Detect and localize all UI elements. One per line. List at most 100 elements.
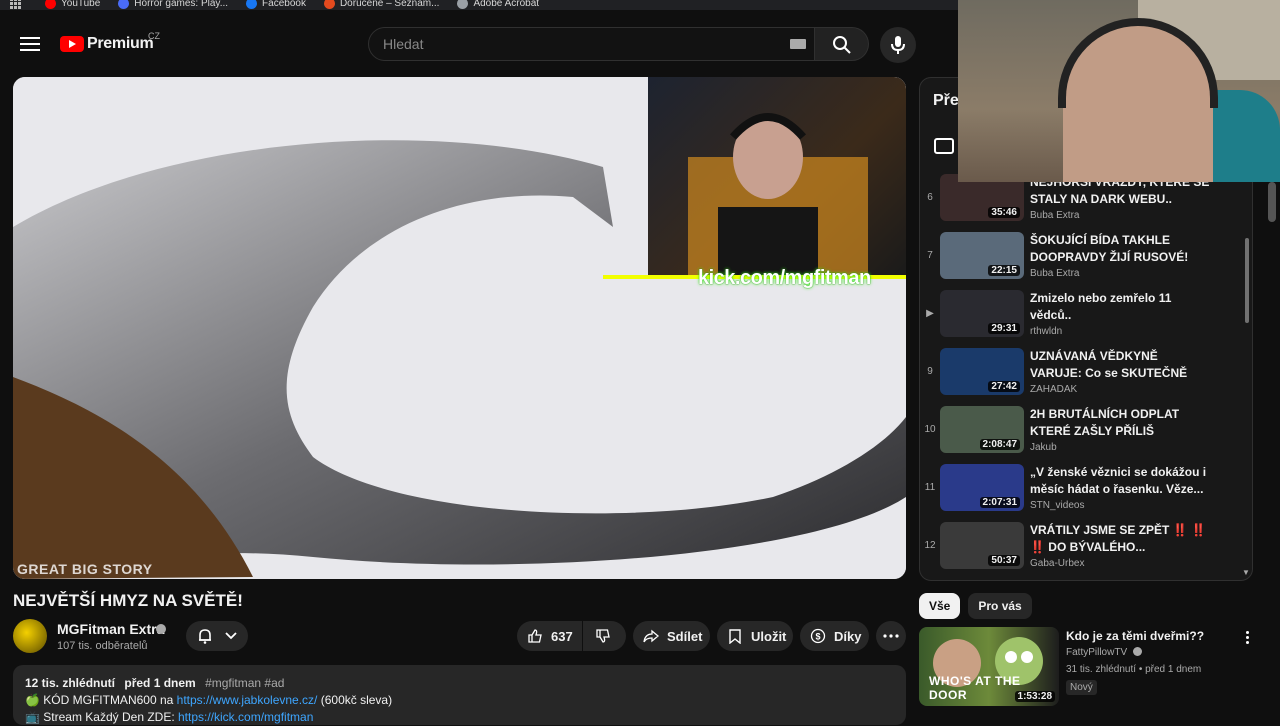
verified-icon [156, 624, 166, 634]
streamer-overlay [648, 77, 906, 277]
playlist-video-title[interactable]: Zmizelo nebo zemřelo 11 vědců.. [1030, 290, 1210, 324]
recommended-title[interactable]: Kdo je za těmi dveřmi?? [1066, 629, 1204, 643]
playlist-index: 10 [924, 424, 936, 435]
stream-link[interactable]: https://kick.com/mgfitman [178, 710, 313, 724]
hashtags[interactable]: #mgfitman #ad [205, 676, 284, 690]
duration-badge: 1:53:28 [1014, 691, 1055, 702]
save-button[interactable]: Uložit [717, 621, 793, 651]
kick-overlay-text: kick.com/mgfitman [698, 267, 871, 289]
playlist-item[interactable]: ▶ 29:31 Zmizelo nebo zemřelo 11 vědců.. rth… [920, 290, 1252, 344]
playlist-channel[interactable]: Jakub [1030, 442, 1210, 453]
video-title: NEJVĚTŠÍ HMYZ NA SVĚTĚ! [13, 591, 243, 610]
site-icon [118, 0, 130, 9]
promo-link[interactable]: https://www.jabkolevne.cz/ [177, 693, 318, 707]
playlist-index: 11 [924, 482, 936, 493]
playlist-item[interactable]: 10 2:08:47 2H BRUTÁLNÍCH ODPLAT KTERÉ ZAŠL… [920, 406, 1252, 460]
apps-grid-icon[interactable] [10, 0, 21, 9]
playlist-item[interactable]: 6 35:46 NEJHORŠÍ VRAŽDY, KTERÉ SE STALY NA… [920, 174, 1252, 228]
like-button[interactable]: 637 [517, 621, 582, 651]
youtube-icon [45, 0, 56, 9]
channel-name[interactable]: MGFitman Extra [57, 621, 164, 637]
microphone-icon [891, 36, 905, 54]
playlist-index: ▶ [926, 308, 934, 319]
loop-icon[interactable] [934, 138, 954, 154]
youtube-premium-logo[interactable]: Premium CZ [60, 31, 160, 53]
bookmark-adobe-acrobat[interactable]: Adobe Acrobat [457, 0, 539, 9]
bookmark-horror-games[interactable]: Horror games: Play... [118, 0, 228, 9]
playlist-thumbnail[interactable]: 29:31 [940, 290, 1024, 337]
playlist-item[interactable]: 9 27:42 UZNÁVANÁ VĚDKYNĚ VARUJE: Co se SKU… [920, 348, 1252, 402]
bookmark-youtube[interactable]: YouTube [45, 0, 100, 9]
playlist-item[interactable]: 7 22:15 ŠOKUJÍCÍ BÍDA TAKHLE DOOPRAVDY ŽIJ… [920, 232, 1252, 286]
page-scrollbar[interactable] [1268, 182, 1276, 222]
voice-search-button[interactable] [880, 27, 916, 63]
video-description[interactable]: 12 tis. zhlédnutí před 1 dnem #mgfitman … [13, 665, 906, 725]
playlist-channel[interactable]: rthwldn [1030, 326, 1210, 337]
playlist-index: 6 [927, 192, 933, 203]
search-button[interactable] [815, 27, 869, 61]
menu-icon[interactable] [20, 37, 40, 53]
share-icon [643, 629, 659, 643]
bookmark-icon [729, 629, 741, 644]
scroll-down-arrow-icon[interactable]: ▼ [1242, 568, 1250, 577]
chevron-down-icon [225, 632, 237, 640]
playlist-video-title[interactable]: „V ženské věznici se dokážou i měsíc hád… [1030, 464, 1210, 498]
chip-all[interactable]: Vše [919, 593, 961, 619]
subscriber-count: 107 tis. odběratelů [57, 640, 148, 652]
playlist-thumbnail[interactable]: 27:42 [940, 348, 1024, 395]
thumbs-down-icon [596, 629, 610, 643]
playlist-channel[interactable]: ZAHADAK [1030, 384, 1210, 395]
recommended-channel[interactable]: FattyPillowTV [1066, 647, 1142, 658]
duration-badge: 2:08:47 [979, 439, 1020, 450]
more-actions-button[interactable] [876, 621, 906, 651]
playlist-scrollbar[interactable] [1245, 238, 1249, 323]
playlist-video-title[interactable]: UZNÁVANÁ VĚDKYNĚ VARUJE: Co se SKUTEČNĚ … [1030, 348, 1210, 382]
recommended-video[interactable]: WHO'S AT THE DOOR 1:53:28 Kdo je za těmi… [919, 627, 1259, 707]
new-badge: Nový [1066, 680, 1097, 695]
video-watermark: GREAT BIG STORY [17, 561, 153, 577]
svg-text:$: $ [815, 632, 820, 642]
playlist-item[interactable]: 11 2:07:31 „V ženské věznici se dokážou i … [920, 464, 1252, 518]
duration-badge: 2:07:31 [979, 497, 1020, 508]
chip-for-you[interactable]: Pro vás [968, 593, 1032, 619]
playlist-index: 9 [927, 366, 933, 377]
thanks-icon: $ [810, 628, 826, 644]
verified-icon [1132, 647, 1142, 656]
more-vertical-icon[interactable] [1241, 631, 1253, 647]
share-button[interactable]: Sdílet [633, 621, 710, 651]
playlist-thumbnail[interactable]: 2:07:31 [940, 464, 1024, 511]
thanks-button[interactable]: $ Díky [800, 621, 869, 651]
view-count: 12 tis. zhlédnutí [25, 676, 116, 690]
search-input[interactable] [369, 28, 769, 60]
playlist-thumbnail[interactable]: 22:15 [940, 232, 1024, 279]
bookmark-seznam[interactable]: Doručené – Seznam... [323, 0, 439, 9]
playlist-channel[interactable]: Buba Extra [1030, 210, 1210, 221]
playlist-channel[interactable]: STN_videos [1030, 500, 1210, 511]
playlist-thumbnail[interactable]: 2:08:47 [940, 406, 1024, 453]
youtube-play-icon [60, 36, 84, 52]
subscription-bell-button[interactable] [186, 621, 248, 651]
duration-badge: 22:15 [988, 265, 1020, 276]
recommended-thumbnail[interactable]: WHO'S AT THE DOOR 1:53:28 [919, 627, 1059, 706]
playlist-video-title[interactable]: 2H BRUTÁLNÍCH ODPLAT KTERÉ ZAŠLY PŘÍLIŠ … [1030, 406, 1210, 440]
video-player[interactable]: kick.com/mgfitman GREAT BIG STORY [13, 77, 906, 579]
playlist-channel[interactable]: Buba Extra [1030, 268, 1210, 279]
search-icon [833, 36, 851, 54]
recommended-stats: 31 tis. zhlédnutí • před 1 dnem [1066, 664, 1202, 675]
playlist-video-title[interactable]: VRÁTILY JSME SE ZPĚT ‼️ ‼️ ‼️ DO BÝVALÉH… [1030, 522, 1210, 556]
playlist-channel[interactable]: Gaba-Urbex [1030, 558, 1210, 569]
playlist-item[interactable]: 12 50:37 VRÁTILY JSME SE ZPĚT ‼️ ‼️ ‼️ DO … [920, 522, 1252, 576]
masthead: Premium CZ [0, 10, 958, 76]
dislike-button[interactable] [583, 621, 626, 651]
thumbs-up-icon [528, 629, 542, 643]
playlist-video-title[interactable]: ŠOKUJÍCÍ BÍDA TAKHLE DOOPRAVDY ŽIJÍ RUSO… [1030, 232, 1210, 266]
seznam-icon [323, 0, 335, 9]
playlist-title[interactable]: Pře [933, 92, 959, 110]
channel-avatar[interactable] [13, 619, 47, 653]
more-horizontal-icon [883, 634, 899, 638]
bookmark-facebook[interactable]: Facebook [246, 0, 306, 9]
playlist-index: 12 [924, 540, 936, 551]
playlist-thumbnail[interactable]: 50:37 [940, 522, 1024, 569]
keyboard-icon[interactable] [790, 39, 806, 49]
webcam-overlay [958, 0, 1280, 182]
